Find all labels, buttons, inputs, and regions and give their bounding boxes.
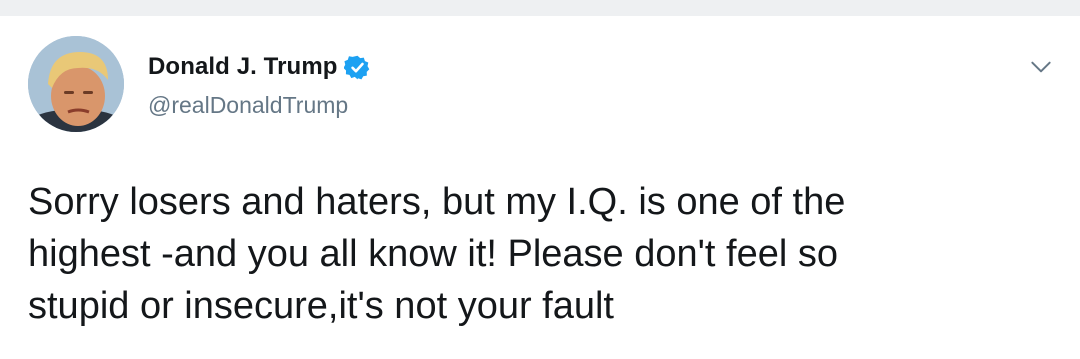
tweet-text-line: highest -and you all know it! Please don… bbox=[28, 233, 838, 275]
display-name[interactable]: Donald J. Trump bbox=[148, 53, 338, 81]
author-handle[interactable]: @realDonaldTrump bbox=[148, 92, 348, 119]
top-strip bbox=[0, 0, 1080, 16]
author-name-row: Donald J. Trump bbox=[148, 52, 371, 82]
tweet-card: Donald J. Trump @realDonaldTrump Sorry l… bbox=[0, 16, 1080, 359]
chevron-down-icon[interactable] bbox=[1028, 54, 1054, 80]
tweet-text: Sorry losers and haters, but my I.Q. is … bbox=[28, 176, 1058, 332]
avatar[interactable] bbox=[28, 36, 124, 132]
verified-badge-icon bbox=[342, 54, 371, 81]
tweet-text-line: Sorry losers and haters, but my I.Q. is … bbox=[28, 181, 846, 223]
avatar-image bbox=[28, 36, 124, 132]
tweet-text-line: stupid or insecure,it's not your fault bbox=[28, 285, 614, 327]
